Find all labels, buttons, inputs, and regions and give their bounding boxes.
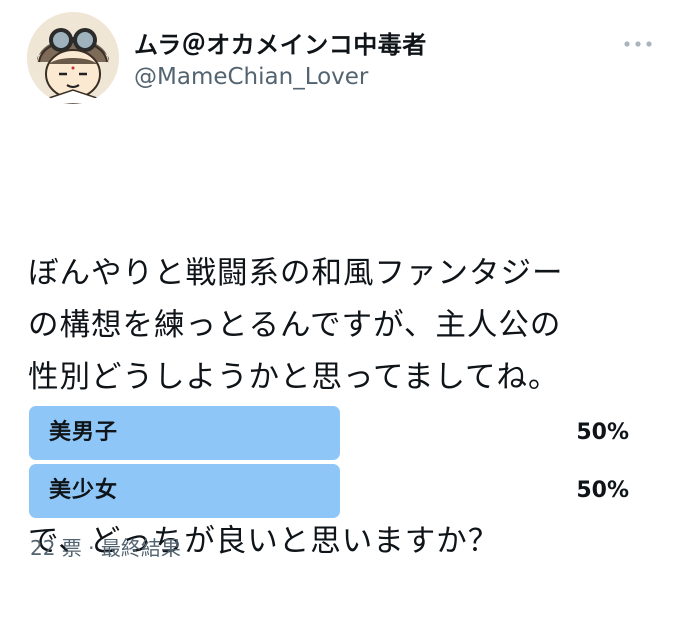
tweet-paragraph: ぼんやりと戦闘系の和風ファンタジー の構想を練っとるんですが、主人公の 性別どう…: [28, 256, 564, 395]
meta-separator: ·: [88, 536, 95, 560]
more-horizontal-icon: [624, 41, 652, 47]
poll-status: 最終結果: [100, 536, 181, 560]
avatar-character-goggles-icon: [27, 12, 119, 104]
more-menu-button[interactable]: [620, 32, 656, 56]
poll-option-label: 美男子: [49, 420, 119, 445]
poll-meta: 22 票 · 最終結果: [30, 534, 181, 562]
poll-option-percent: 50%: [576, 420, 629, 445]
user-handle[interactable]: @MameChian_Lover: [134, 62, 368, 92]
avatar[interactable]: [27, 12, 119, 104]
poll-option-percent: 50%: [576, 478, 629, 503]
poll-option-2[interactable]: 美少女 50%: [29, 464, 651, 518]
poll-option-label: 美少女: [49, 478, 119, 503]
poll-option-1[interactable]: 美男子 50%: [29, 406, 651, 460]
poll-vote-count: 22 票: [30, 536, 82, 560]
display-name[interactable]: ムラ＠オカメインコ中毒者: [134, 30, 427, 60]
